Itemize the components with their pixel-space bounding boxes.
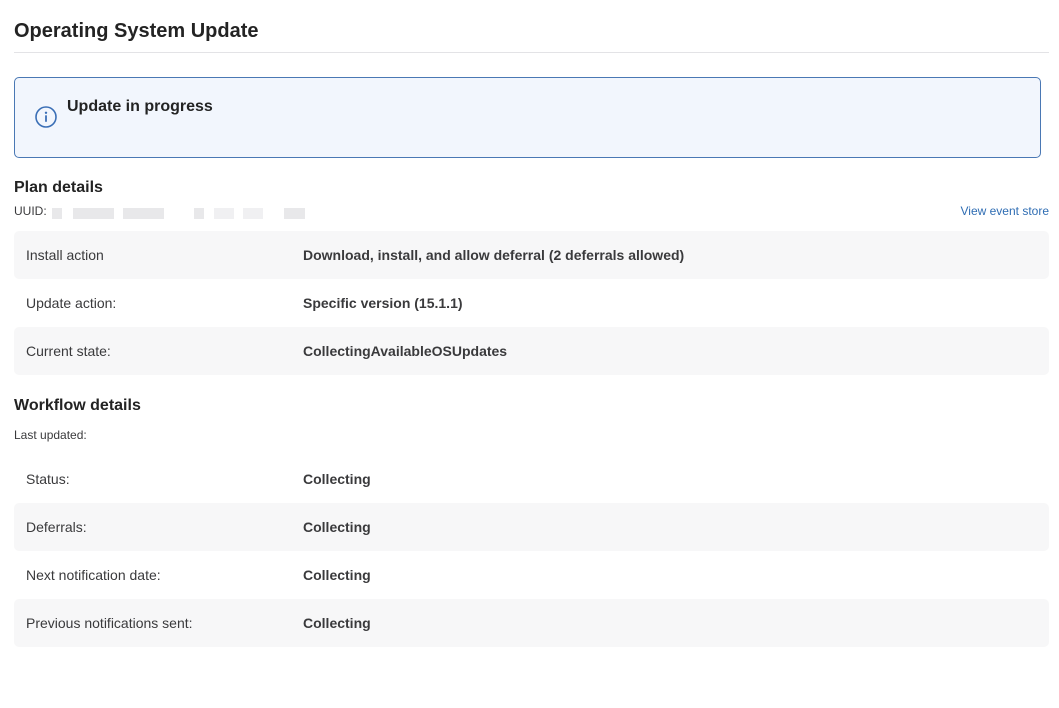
row-value: Collecting <box>303 567 371 583</box>
plan-details-table: Install action Download, install, and al… <box>14 231 1049 375</box>
table-row: Update action: Specific version (15.1.1) <box>14 279 1049 327</box>
row-value: CollectingAvailableOSUpdates <box>303 343 508 359</box>
row-value: Specific version (15.1.1) <box>303 295 463 311</box>
row-value: Download, install, and allow deferral (2… <box>303 247 685 263</box>
row-label: Update action: <box>26 295 117 311</box>
title-divider <box>14 52 1049 53</box>
info-icon <box>35 106 57 128</box>
row-label: Previous notifications sent: <box>26 615 193 631</box>
row-label: Next notification date: <box>26 567 161 583</box>
row-label: Current state: <box>26 343 111 359</box>
uuid-label: UUID: <box>14 204 47 218</box>
row-label: Deferrals: <box>26 519 87 535</box>
row-label: Status: <box>26 471 70 487</box>
table-row: Previous notifications sent: Collecting <box>14 599 1049 647</box>
row-value: Collecting <box>303 519 371 535</box>
table-row: Status: Collecting <box>14 455 1049 503</box>
table-row: Current state: CollectingAvailableOSUpda… <box>14 327 1049 375</box>
plan-details-heading: Plan details <box>14 179 103 196</box>
banner-message: Update in progress <box>67 98 213 115</box>
view-event-store-link[interactable]: View event store <box>961 204 1050 218</box>
table-row: Install action Download, install, and al… <box>14 231 1049 279</box>
row-value: Collecting <box>303 471 371 487</box>
row-label: Install action <box>26 247 104 263</box>
last-updated-label: Last updated: <box>14 428 87 442</box>
row-value: Collecting <box>303 615 371 631</box>
page-title: Operating System Update <box>14 20 259 42</box>
table-row: Next notification date: Collecting <box>14 551 1049 599</box>
status-banner: Update in progress <box>14 77 1041 158</box>
os-update-page: Operating System Update Update in progre… <box>0 0 1059 708</box>
workflow-details-heading: Workflow details <box>14 397 141 414</box>
uuid-value-redacted <box>52 208 305 219</box>
workflow-details-table: Status: Collecting Deferrals: Collecting… <box>14 455 1049 647</box>
table-row: Deferrals: Collecting <box>14 503 1049 551</box>
